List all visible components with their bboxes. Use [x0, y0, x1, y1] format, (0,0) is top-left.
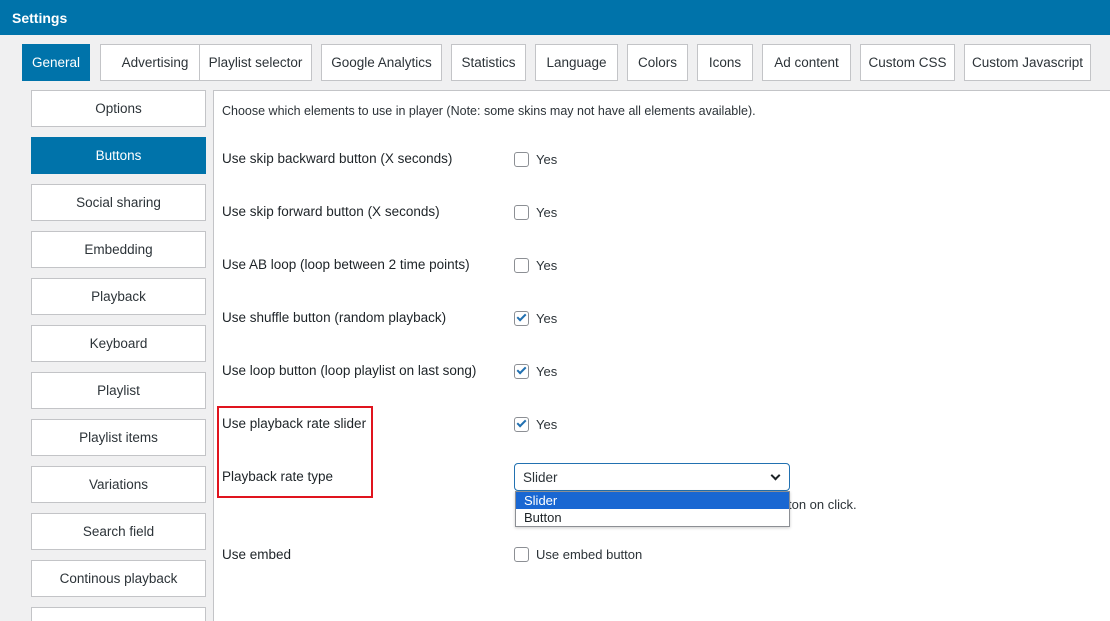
sidebar-item-more[interactable]: [31, 607, 206, 621]
tab-advertising[interactable]: Advertising: [100, 44, 210, 81]
checkmark-icon: [516, 364, 527, 375]
tab-colors[interactable]: Colors: [627, 44, 688, 81]
sidebar-item-options[interactable]: Options: [31, 90, 206, 127]
shuffle-checkbox[interactable]: [514, 311, 529, 326]
tab-general[interactable]: General: [22, 44, 90, 81]
skip-backward-option-label: Yes: [536, 152, 558, 167]
sidebar-item-variations[interactable]: Variations: [31, 466, 206, 503]
shuffle-label: Use shuffle button (random playback): [222, 310, 447, 325]
use-embed-label: Use embed: [222, 547, 292, 562]
checkmark-icon: [516, 417, 527, 428]
intro-text: Choose which elements to use in player (…: [222, 104, 756, 118]
sidebar-item-embedding[interactable]: Embedding: [31, 231, 206, 268]
tab-google-analytics[interactable]: Google Analytics: [321, 44, 442, 81]
sidebar-item-playlist[interactable]: Playlist: [31, 372, 206, 409]
sidebar-item-buttons[interactable]: Buttons: [31, 137, 206, 174]
playback-rate-slider-option-label: Yes: [536, 417, 558, 432]
ab-loop-checkbox[interactable]: [514, 258, 529, 273]
use-embed-checkbox[interactable]: [514, 547, 529, 562]
settings-header: Settings: [0, 0, 1110, 35]
page-title: Settings: [12, 10, 68, 26]
sidebar-item-social-sharing[interactable]: Social sharing: [31, 184, 206, 221]
loop-label: Use loop button (loop playlist on last s…: [222, 363, 477, 378]
highlight-box: [217, 406, 373, 498]
sidebar-item-continous-playback[interactable]: Continous playback: [31, 560, 206, 597]
sidebar-item-playlist-items[interactable]: Playlist items: [31, 419, 206, 456]
tab-custom-css[interactable]: Custom CSS: [860, 44, 955, 81]
sidebar-item-playback[interactable]: Playback: [31, 278, 206, 315]
tab-statistics[interactable]: Statistics: [451, 44, 526, 81]
skip-backward-label: Use skip backward button (X seconds): [222, 151, 453, 166]
loop-checkbox[interactable]: [514, 364, 529, 379]
playback-rate-type-value: Slider: [523, 469, 558, 485]
tab-custom-javascript[interactable]: Custom Javascript: [964, 44, 1091, 81]
tab-icons[interactable]: Icons: [697, 44, 753, 81]
tab-ad-content[interactable]: Ad content: [762, 44, 851, 81]
shuffle-option-label: Yes: [536, 311, 558, 326]
tab-language[interactable]: Language: [535, 44, 618, 81]
ab-loop-option-label: Yes: [536, 258, 558, 273]
option-button[interactable]: Button: [516, 509, 789, 526]
skip-forward-label: Use skip forward button (X seconds): [222, 204, 440, 219]
playback-rate-type-select[interactable]: Slider: [514, 463, 790, 491]
skip-forward-checkbox[interactable]: [514, 205, 529, 220]
sidebar-item-keyboard[interactable]: Keyboard: [31, 325, 206, 362]
ab-loop-label: Use AB loop (loop between 2 time points): [222, 257, 470, 272]
skip-forward-option-label: Yes: [536, 205, 558, 220]
skip-backward-checkbox[interactable]: [514, 152, 529, 167]
playback-rate-type-options: Slider Button: [515, 491, 790, 527]
chevron-down-icon: [770, 470, 781, 481]
settings-panel: [213, 90, 1110, 621]
checkmark-icon: [516, 311, 527, 322]
sidebar-item-search-field[interactable]: Search field: [31, 513, 206, 550]
playback-rate-type-help: ton on click.: [788, 497, 857, 512]
loop-option-label: Yes: [536, 364, 558, 379]
use-embed-option-label: Use embed button: [536, 547, 643, 562]
option-slider[interactable]: Slider: [516, 492, 789, 509]
playback-rate-slider-checkbox[interactable]: [514, 417, 529, 432]
tab-playlist-selector[interactable]: Playlist selector: [199, 44, 312, 81]
